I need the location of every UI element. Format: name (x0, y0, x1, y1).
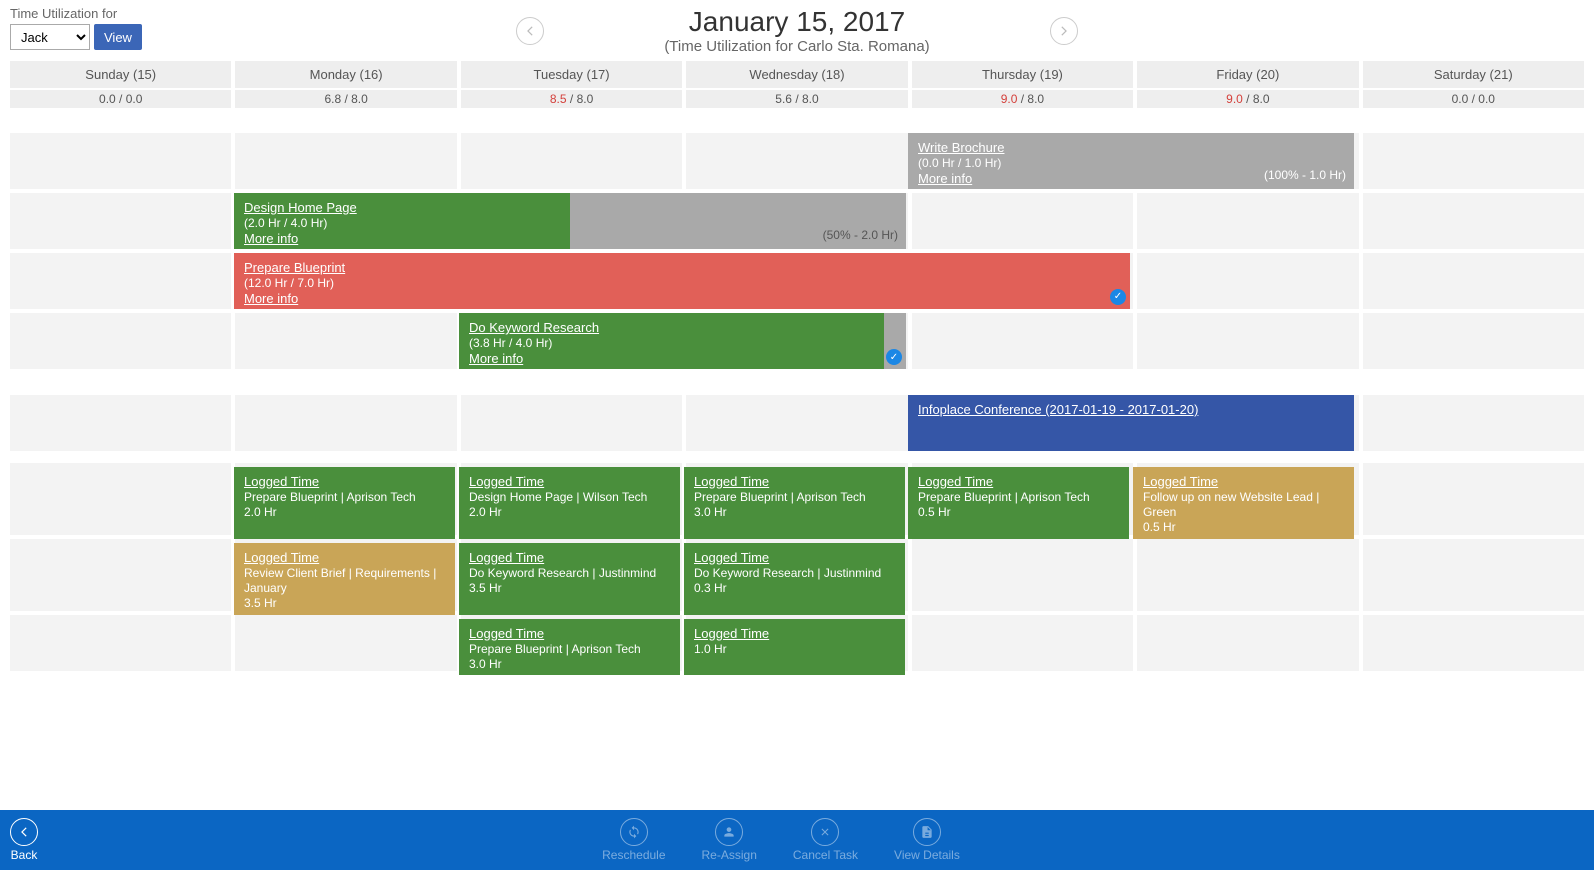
logged-link[interactable]: Logged Time (694, 626, 769, 641)
logged-time[interactable]: Logged Time Prepare Blueprint | Aprison … (459, 619, 680, 675)
next-week-button[interactable] (1050, 17, 1078, 45)
logged-link[interactable]: Logged Time (244, 474, 319, 489)
logged-time[interactable]: Logged Time Do Keyword Research | Justin… (684, 543, 905, 615)
task-keyword[interactable]: Do Keyword Research (3.8 Hr / 4.0 Hr) Mo… (459, 313, 884, 369)
task-link[interactable]: Infoplace Conference (2017-01-19 - 2017-… (918, 402, 1198, 417)
page-date: January 15, 2017 (664, 6, 929, 38)
day-header: Saturday (21) (1363, 61, 1584, 88)
logged-link[interactable]: Logged Time (1143, 474, 1218, 489)
logged-link[interactable]: Logged Time (918, 474, 993, 489)
close-icon (811, 818, 839, 846)
day-header: Thursday (19) (912, 61, 1133, 88)
logged-time[interactable]: Logged Time 1.0 Hr (684, 619, 905, 675)
check-icon (886, 349, 902, 365)
view-details-button[interactable]: View Details (894, 818, 960, 862)
day-hours: 5.6 / 8.0 (686, 90, 907, 108)
task-blueprint[interactable]: Prepare Blueprint (12.0 Hr / 7.0 Hr) Mor… (234, 253, 1130, 309)
person-select[interactable]: Jack (10, 24, 90, 50)
reassign-icon (715, 818, 743, 846)
logged-link[interactable]: Logged Time (469, 550, 544, 565)
reassign-button[interactable]: Re-Assign (702, 818, 757, 862)
filter-label: Time Utilization for (10, 6, 190, 21)
task-link[interactable]: Prepare Blueprint (244, 260, 345, 275)
logged-time[interactable]: Logged Time Design Home Page | Wilson Te… (459, 467, 680, 539)
task-link[interactable]: Write Brochure (918, 140, 1004, 155)
day-hours: 9.0 / 8.0 (912, 90, 1133, 108)
back-button[interactable]: Back (10, 818, 38, 862)
task-link[interactable]: Design Home Page (244, 200, 357, 215)
logged-time[interactable]: Logged Time Prepare Blueprint | Aprison … (908, 467, 1129, 539)
day-hours: 0.0 / 0.0 (1363, 90, 1584, 108)
more-info-link[interactable]: More info (244, 231, 298, 246)
cancel-task-button[interactable]: Cancel Task (793, 818, 858, 862)
more-info-link[interactable]: More info (244, 291, 298, 306)
logged-link[interactable]: Logged Time (469, 626, 544, 641)
logged-link[interactable]: Logged Time (469, 474, 544, 489)
day-hours: 0.0 / 0.0 (10, 90, 231, 108)
logged-link[interactable]: Logged Time (694, 550, 769, 565)
logged-time[interactable]: Logged Time Do Keyword Research | Justin… (459, 543, 680, 615)
reschedule-button[interactable]: Reschedule (602, 818, 665, 862)
details-icon (913, 818, 941, 846)
view-button[interactable]: View (94, 24, 142, 50)
logged-time[interactable]: Logged Time Review Client Brief | Requir… (234, 543, 455, 615)
logged-time[interactable]: Logged Time Prepare Blueprint | Aprison … (684, 467, 905, 539)
logged-link[interactable]: Logged Time (694, 474, 769, 489)
logged-time[interactable]: Logged Time Prepare Blueprint | Aprison … (234, 467, 455, 539)
task-conference[interactable]: Infoplace Conference (2017-01-19 - 2017-… (908, 395, 1354, 451)
task-design[interactable]: Design Home Page (2.0 Hr / 4.0 Hr) More … (234, 193, 570, 249)
page-subtitle: (Time Utilization for Carlo Sta. Romana) (664, 38, 929, 55)
check-icon (1110, 289, 1126, 305)
logged-time[interactable]: Logged Time Follow up on new Website Lea… (1133, 467, 1354, 539)
more-info-link[interactable]: More info (918, 171, 972, 186)
more-info-link[interactable]: More info (469, 351, 523, 366)
day-header: Wednesday (18) (686, 61, 907, 88)
logged-link[interactable]: Logged Time (244, 550, 319, 565)
day-hours: 6.8 / 8.0 (235, 90, 456, 108)
day-header: Friday (20) (1137, 61, 1358, 88)
arrow-left-icon (10, 818, 38, 846)
day-header: Tuesday (17) (461, 61, 682, 88)
task-brochure[interactable]: Write Brochure (0.0 Hr / 1.0 Hr) More in… (908, 133, 1354, 189)
reschedule-icon (620, 818, 648, 846)
task-link[interactable]: Do Keyword Research (469, 320, 599, 335)
day-header: Monday (16) (235, 61, 456, 88)
day-header: Sunday (15) (10, 61, 231, 88)
day-hours: 9.0 / 8.0 (1137, 90, 1358, 108)
day-hours: 8.5 / 8.0 (461, 90, 682, 108)
prev-week-button[interactable] (516, 17, 544, 45)
